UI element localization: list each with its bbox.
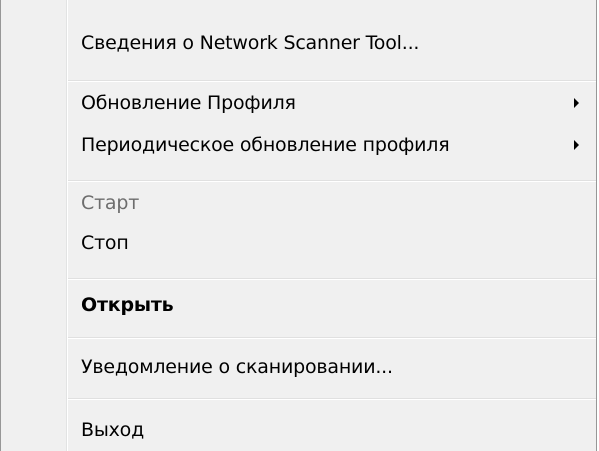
menu-separator: [68, 398, 596, 400]
menu-separator: [68, 180, 596, 182]
menu-separator: [68, 337, 596, 339]
context-menu: Сведения о Network Scanner Tool... Обнов…: [0, 0, 597, 451]
menu-item-scan-notification[interactable]: Уведомление о сканировании...: [1, 349, 598, 385]
menu-item-start-label: Старт: [81, 192, 140, 214]
menu-item-update-profile[interactable]: Обновление Профиля: [1, 85, 598, 121]
menu-item-about-label: Сведения о Network Scanner Tool...: [81, 32, 420, 54]
menu-separator: [68, 278, 596, 280]
chevron-right-icon: [574, 140, 579, 150]
menu-item-update-profile-label: Обновление Профиля: [81, 92, 296, 114]
menu-item-periodic-update-label: Периодическое обновление профиля: [81, 134, 450, 156]
menu-item-periodic-update[interactable]: Периодическое обновление профиля: [1, 127, 598, 163]
menu-item-exit-label: Выход: [81, 419, 145, 441]
menu-item-stop-label: Стоп: [81, 232, 129, 254]
menu-item-start: Старт: [1, 185, 598, 221]
menu-item-about[interactable]: Сведения о Network Scanner Tool...: [1, 25, 598, 61]
menu-item-exit[interactable]: Выход: [1, 412, 598, 448]
menu-item-open-label: Открыть: [81, 294, 174, 316]
menu-item-open[interactable]: Открыть: [1, 287, 598, 323]
menu-separator: [68, 80, 596, 82]
chevron-right-icon: [574, 98, 579, 108]
menu-item-scan-notification-label: Уведомление о сканировании...: [81, 356, 393, 378]
menu-item-stop[interactable]: Стоп: [1, 225, 598, 261]
